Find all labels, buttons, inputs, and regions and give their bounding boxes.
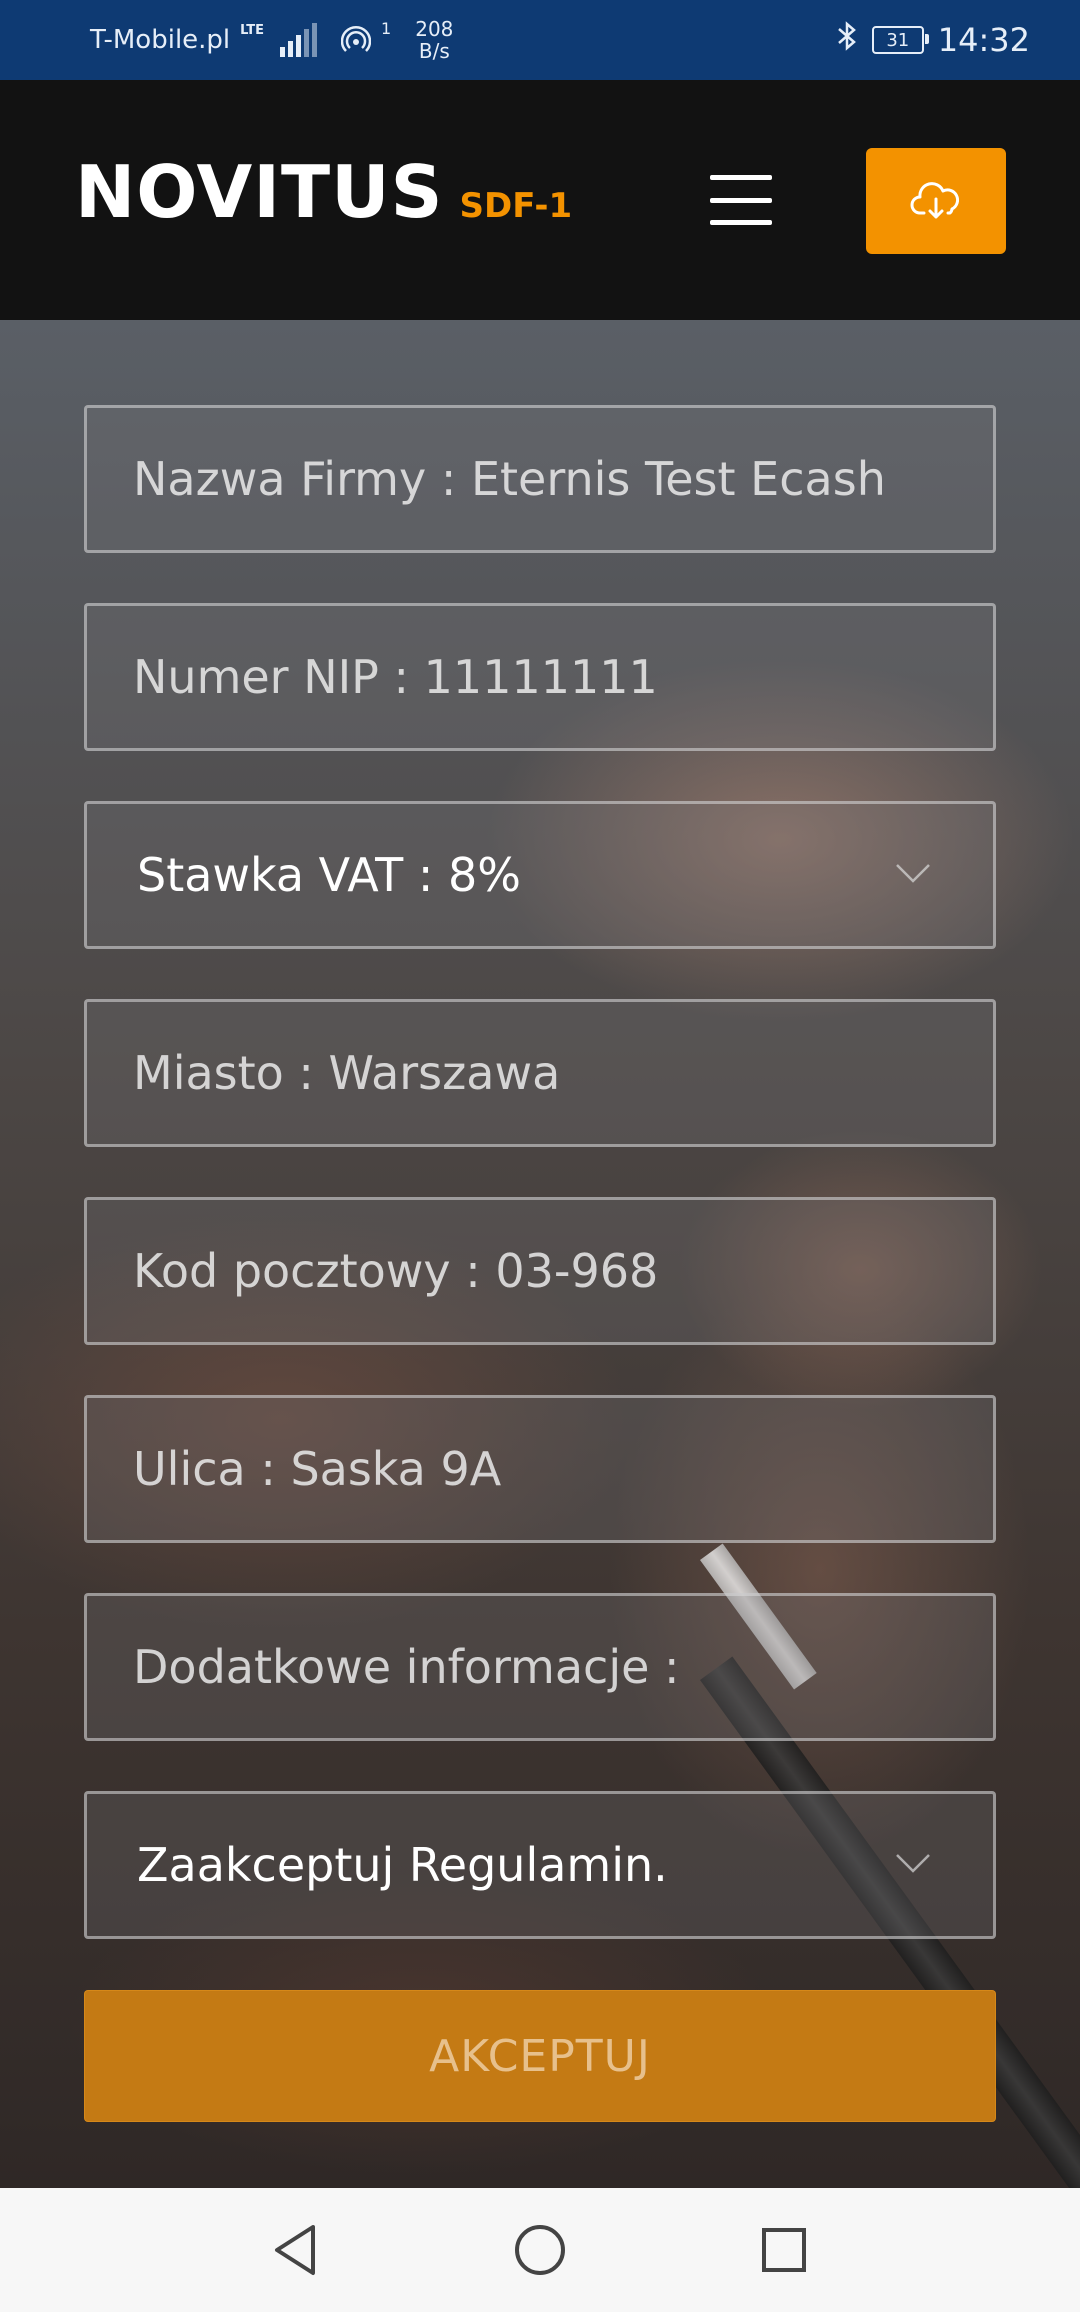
status-left: T-Mobile.pl LTE 1 208 B/s (90, 18, 453, 62)
recents-button[interactable] (757, 2223, 811, 2277)
bluetooth-icon (836, 20, 858, 60)
accept-button[interactable]: AKCEPTUJ (84, 1990, 996, 2122)
brand-logo: NOVITUS SDF-1 (75, 150, 572, 234)
accept-label: AKCEPTUJ (429, 2030, 651, 2082)
company-name-text: Nazwa Firmy : Eternis Test Ecash (133, 452, 886, 506)
vat-rate-text: Stawka VAT : 8% (137, 848, 521, 902)
postal-code-field[interactable]: Kod pocztowy : 03-968 (84, 1197, 996, 1345)
battery-icon: 31 (871, 26, 929, 54)
nip-text: Numer NIP : 11111111 (133, 650, 658, 704)
extra-info-field[interactable]: Dodatkowe informacje : (84, 1593, 996, 1741)
brand-name: NOVITUS (75, 150, 444, 234)
vat-rate-select[interactable]: Stawka VAT : 8% (84, 801, 996, 949)
download-button[interactable] (866, 148, 1006, 254)
system-nav-bar (0, 2188, 1080, 2312)
network-speed: 208 B/s (415, 18, 453, 62)
nip-field[interactable]: Numer NIP : 11111111 (84, 603, 996, 751)
status-bar: T-Mobile.pl LTE 1 208 B/s 31 14:32 (0, 0, 1080, 80)
street-text: Ulica : Saska 9A (133, 1442, 502, 1496)
status-right: 31 14:32 (836, 20, 1030, 60)
city-text: Miasto : Warszawa (133, 1046, 561, 1100)
signal-icon (280, 23, 318, 57)
cloud-download-icon (910, 182, 960, 219)
background-pen (700, 1656, 1080, 2247)
clock: 14:32 (937, 21, 1030, 59)
speed-value: 208 (415, 17, 454, 41)
terms-text: Zaakceptuj Regulamin. (137, 1838, 668, 1892)
network-type: LTE (240, 22, 265, 38)
back-triangle-icon (275, 2225, 315, 2275)
app-header: NOVITUS SDF-1 (0, 80, 1080, 320)
terms-select[interactable]: Zaakceptuj Regulamin. (84, 1791, 996, 1939)
extra-info-text: Dodatkowe informacje : (133, 1640, 680, 1694)
home-button[interactable] (513, 2223, 567, 2277)
hamburger-menu-icon[interactable] (710, 175, 772, 225)
hotspot-icon (340, 25, 372, 55)
chevron-down-icon (896, 1854, 930, 1873)
recents-square-icon (762, 2228, 806, 2272)
home-circle-icon (515, 2225, 565, 2275)
postal-code-text: Kod pocztowy : 03-968 (133, 1244, 659, 1298)
street-field[interactable]: Ulica : Saska 9A (84, 1395, 996, 1543)
company-name-field[interactable]: Nazwa Firmy : Eternis Test Ecash (84, 405, 996, 553)
speed-unit: B/s (418, 39, 450, 63)
battery-level: 31 (886, 29, 910, 51)
hotspot-count: 1 (381, 18, 392, 38)
city-field[interactable]: Miasto : Warszawa (84, 999, 996, 1147)
back-button[interactable] (269, 2223, 323, 2277)
brand-subtitle: SDF-1 (459, 186, 573, 226)
chevron-down-icon (896, 864, 930, 883)
carrier-name: T-Mobile.pl (90, 25, 231, 55)
